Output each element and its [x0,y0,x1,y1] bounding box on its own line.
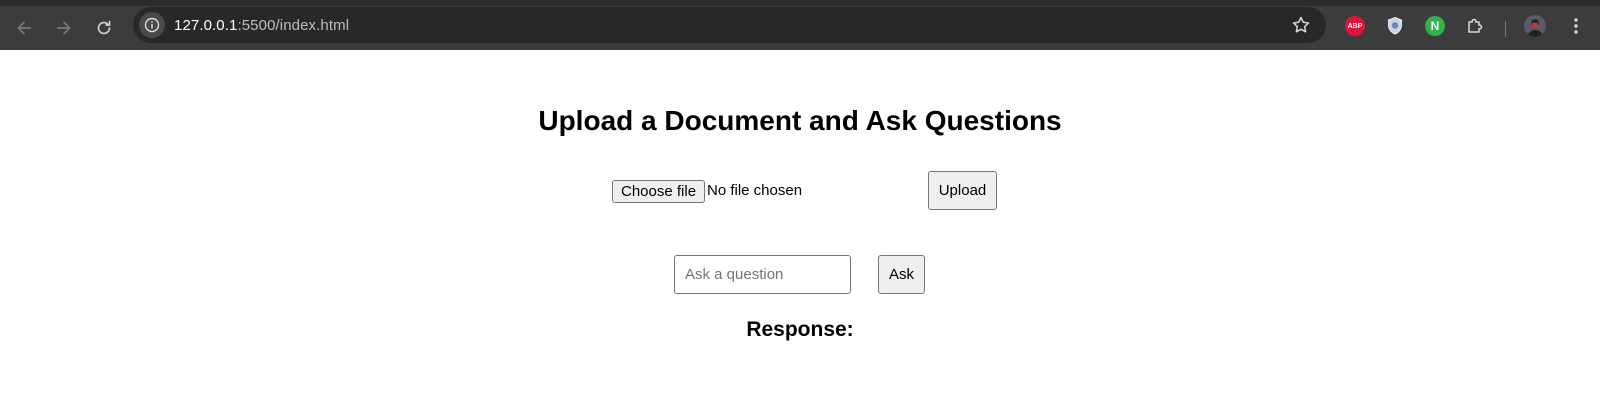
browser-toolbar: 127.0.0.1:5500/index.html ABP N [0,0,1600,50]
toolbar-divider [1505,21,1506,37]
url-host: 127.0.0.1 [174,16,238,34]
profile-button[interactable] [1524,15,1546,37]
question-input[interactable] [674,255,851,294]
forward-button[interactable] [49,13,79,43]
upload-button[interactable]: Upload [928,171,997,210]
response-heading: Response: [746,318,854,341]
site-info-icon [144,17,160,33]
profile-avatar [1524,15,1546,37]
extensions-puzzle-icon [1468,18,1483,33]
menu-button[interactable] [1565,15,1587,37]
back-button[interactable] [9,13,39,43]
bookmark-star-icon [1292,16,1310,33]
page-title: Upload a Document and Ask Questions [538,105,1062,136]
extensions-button[interactable] [1464,15,1486,37]
bookmark-button[interactable] [1290,14,1312,36]
adblock-plus-extension[interactable]: ABP [1344,15,1366,37]
address-bar[interactable]: 127.0.0.1:5500/index.html [133,7,1326,43]
shield-extension-icon [1388,16,1402,35]
url-text: 127.0.0.1:5500/index.html [174,17,349,34]
reload-icon [97,20,111,35]
n-extension-icon: N [1425,16,1445,36]
file-status-text: No file chosen [707,182,803,199]
ask-button[interactable]: Ask [878,255,925,294]
back-icon [17,21,31,35]
forward-icon [57,21,71,35]
page-content: Upload a Document and Ask Questions Choo… [0,50,1600,407]
site-info-button[interactable] [139,12,165,38]
menu-kebab-icon [1574,18,1578,34]
reload-button[interactable] [89,13,119,43]
shield-extension[interactable] [1384,15,1406,37]
choose-file-button[interactable]: Choose file [612,180,706,203]
url-path: :5500/index.html [237,16,350,34]
n-extension[interactable]: N [1424,15,1446,37]
adblock-plus-icon: ABP [1345,16,1365,36]
